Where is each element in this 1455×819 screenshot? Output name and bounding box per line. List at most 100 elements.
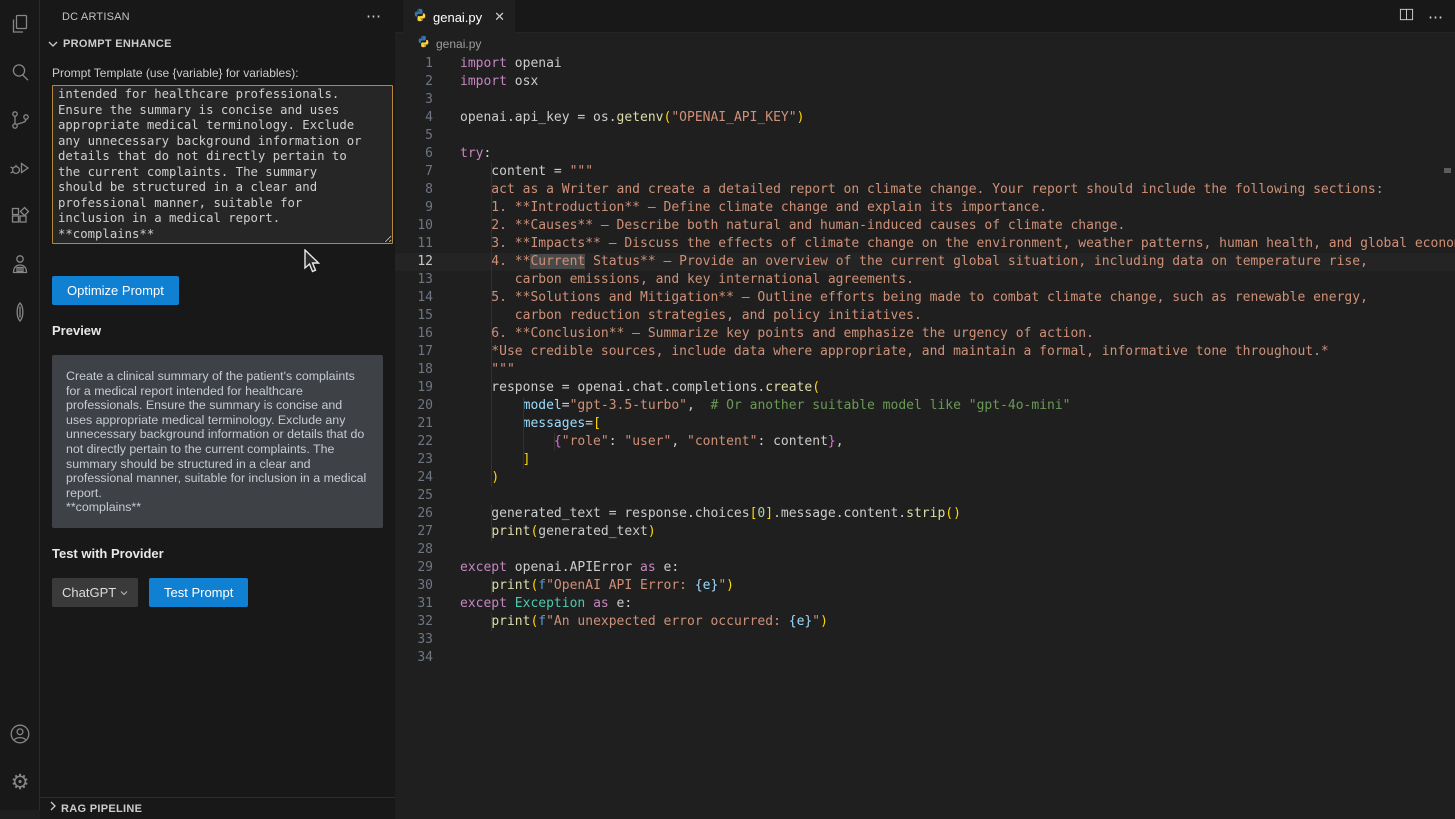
code-line[interactable]: 2import osx (395, 73, 1455, 91)
code-line[interactable]: 11 3. **Impacts** – Discuss the effects … (395, 235, 1455, 253)
code-line[interactable]: 34 (395, 649, 1455, 667)
code-line[interactable]: 8 act as a Writer and create a detailed … (395, 181, 1455, 199)
code-line[interactable]: 23 ] (395, 451, 1455, 469)
code-line[interactable]: 6try: (395, 145, 1455, 163)
code-line[interactable]: 27 print(generated_text) (395, 523, 1455, 541)
code-line[interactable]: 22 {"role": "user", "content": content}, (395, 433, 1455, 451)
line-number: 9 (395, 199, 433, 217)
chevron-right-icon (45, 798, 61, 819)
code-line[interactable]: 31except Exception as e: (395, 595, 1455, 613)
line-number: 8 (395, 181, 433, 199)
prompt-template-input[interactable]: intended for healthcare professionals. E… (52, 85, 393, 244)
test-prompt-button[interactable]: Test Prompt (149, 578, 248, 607)
code-line[interactable]: 30 print(f"OpenAI API Error: {e}") (395, 577, 1455, 595)
code-line[interactable]: 9 1. **Introduction** – Define climate c… (395, 199, 1455, 217)
line-number: 16 (395, 325, 433, 343)
code-line[interactable]: 26 generated_text = response.choices[0].… (395, 505, 1455, 523)
code-line[interactable]: 5 (395, 127, 1455, 145)
line-number: 5 (395, 127, 433, 145)
editor-group: genai.py ✕ ⋯ genai.py 1import openai2imp… (395, 0, 1455, 810)
split-editor-icon[interactable] (1399, 7, 1414, 27)
chevron-down-icon (45, 36, 61, 52)
line-number: 7 (395, 163, 433, 181)
explorer-icon[interactable] (0, 0, 40, 48)
more-actions-icon[interactable]: ⋯ (366, 9, 381, 24)
breadcrumb: genai.py (395, 33, 1455, 55)
tab-label: genai.py (433, 10, 482, 25)
code-line[interactable]: 14 5. **Solutions and Mitigation** – Out… (395, 289, 1455, 307)
line-number: 26 (395, 505, 433, 523)
search-icon[interactable] (0, 48, 40, 96)
code-line[interactable]: 18 """ (395, 361, 1455, 379)
tab-bar: genai.py ✕ ⋯ (395, 0, 1455, 33)
python-file-icon (413, 8, 427, 27)
code-line[interactable]: 12 4. **Current Status** – Provide an ov… (395, 253, 1455, 271)
line-number: 29 (395, 559, 433, 577)
line-number: 10 (395, 217, 433, 235)
rag-section-title: RAG PIPELINE (61, 803, 142, 815)
code-line[interactable]: 20 model="gpt-3.5-turbo", # Or another s… (395, 397, 1455, 415)
panel-header: DC ARTISAN ⋯ (40, 0, 395, 33)
line-number: 17 (395, 343, 433, 361)
activity-bar: ⚙ (0, 0, 40, 810)
provider-select-value: ChatGPT (62, 585, 116, 600)
code-line[interactable]: 4openai.api_key = os.getenv("OPENAI_API_… (395, 109, 1455, 127)
code-line[interactable]: 17 *Use credible sources, include data w… (395, 343, 1455, 361)
line-number: 27 (395, 523, 433, 541)
line-number: 15 (395, 307, 433, 325)
template-label: Prompt Template (use {variable} for vari… (52, 66, 393, 80)
line-number: 12 (395, 253, 433, 271)
line-number: 11 (395, 235, 433, 253)
code-line[interactable]: 13 carbon emissions, and key internation… (395, 271, 1455, 289)
code-line[interactable]: 25 (395, 487, 1455, 505)
settings-icon[interactable]: ⚙ (0, 758, 40, 806)
section-rag-pipeline[interactable]: RAG PIPELINE (40, 797, 395, 819)
code-line[interactable]: 16 6. **Conclusion** – Summarize key poi… (395, 325, 1455, 343)
line-number: 1 (395, 55, 433, 73)
line-number: 14 (395, 289, 433, 307)
extensions-icon[interactable] (0, 192, 40, 240)
preview-heading: Preview (52, 323, 393, 338)
tab-genai-py[interactable]: genai.py ✕ (403, 0, 515, 34)
dc-artisan-icon[interactable] (0, 240, 40, 288)
section-prompt-enhance[interactable]: PROMPT ENHANCE (40, 33, 395, 55)
source-control-icon[interactable] (0, 96, 40, 144)
test-with-provider-heading: Test with Provider (52, 546, 393, 561)
line-number: 20 (395, 397, 433, 415)
code-line[interactable]: 33 (395, 631, 1455, 649)
library-icon[interactable] (0, 288, 40, 336)
code-line[interactable]: 15 carbon reduction strategies, and poli… (395, 307, 1455, 325)
line-number: 21 (395, 415, 433, 433)
preview-text: Create a clinical summary of the patient… (52, 355, 383, 528)
code-line[interactable]: 7 content = """ (395, 163, 1455, 181)
line-number: 30 (395, 577, 433, 595)
code-line[interactable]: 19 response = openai.chat.completions.cr… (395, 379, 1455, 397)
line-number: 19 (395, 379, 433, 397)
code-line[interactable]: 32 print(f"An unexpected error occurred:… (395, 613, 1455, 631)
overview-ruler-mark (1444, 168, 1451, 173)
line-number: 2 (395, 73, 433, 91)
code-line[interactable]: 3 (395, 91, 1455, 109)
code-line[interactable]: 21 messages=[ (395, 415, 1455, 433)
line-number: 33 (395, 631, 433, 649)
provider-select[interactable]: ChatGPT (52, 578, 138, 607)
line-number: 18 (395, 361, 433, 379)
breadcrumb-item[interactable]: genai.py (436, 37, 481, 51)
run-debug-icon[interactable] (0, 144, 40, 192)
code-line[interactable]: 29except openai.APIError as e: (395, 559, 1455, 577)
optimize-prompt-button[interactable]: Optimize Prompt (52, 276, 179, 305)
code-line[interactable]: 10 2. **Causes** – Describe both natural… (395, 217, 1455, 235)
chevron-down-icon (118, 587, 130, 599)
code-editor[interactable]: 1import openai2import osx34openai.api_ke… (395, 55, 1455, 667)
close-icon[interactable]: ✕ (494, 9, 505, 25)
more-actions-icon[interactable]: ⋯ (1428, 8, 1443, 26)
code-line[interactable]: 1import openai (395, 55, 1455, 73)
account-icon[interactable] (0, 710, 40, 758)
line-number: 32 (395, 613, 433, 631)
code-line[interactable]: 28 (395, 541, 1455, 559)
line-number: 6 (395, 145, 433, 163)
line-number: 23 (395, 451, 433, 469)
code-line[interactable]: 24 ) (395, 469, 1455, 487)
gear-icon: ⚙ (11, 772, 30, 793)
panel-title: DC ARTISAN (62, 11, 130, 23)
